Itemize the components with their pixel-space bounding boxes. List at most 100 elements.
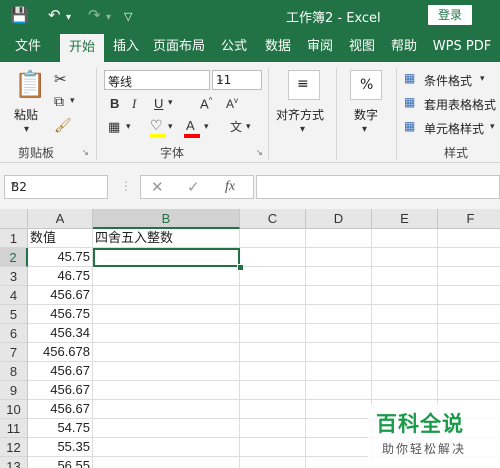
fill-color-icon[interactable]: ♡: [150, 118, 163, 134]
tab-formulas[interactable]: 公式: [214, 32, 254, 62]
cell-c3[interactable]: [240, 267, 306, 286]
font-color-icon[interactable]: A: [186, 118, 195, 133]
cell-d10[interactable]: [306, 400, 372, 419]
underline-icon[interactable]: U: [154, 96, 163, 111]
cell-c1[interactable]: [240, 229, 306, 248]
tab-review[interactable]: 审阅: [300, 32, 340, 62]
font-name-combo[interactable]: 等线 ⌄: [104, 70, 210, 90]
cell-b6[interactable]: [93, 324, 240, 343]
cell-e9[interactable]: [372, 381, 438, 400]
font-launcher-icon[interactable]: ↘: [256, 148, 263, 157]
cell-c2[interactable]: [240, 248, 306, 267]
copy-icon[interactable]: ⧉: [54, 94, 64, 110]
cell-e1[interactable]: [372, 229, 438, 248]
cell-a10[interactable]: 456.67: [28, 400, 93, 419]
enter-icon[interactable]: ✓: [187, 178, 200, 196]
cell-style-dropdown-icon[interactable]: ▾: [490, 122, 495, 132]
column-header-c[interactable]: C: [240, 209, 306, 229]
cell-e4[interactable]: [372, 286, 438, 305]
cell-a1[interactable]: 数值: [28, 229, 93, 248]
cut-icon[interactable]: ✂: [54, 70, 67, 88]
cell-e6[interactable]: [372, 324, 438, 343]
conditional-format-dropdown-icon[interactable]: ▾: [480, 74, 485, 84]
redo-dropdown-icon[interactable]: ▾: [106, 9, 111, 27]
cell-a3[interactable]: 46.75: [28, 267, 93, 286]
cell-f9[interactable]: [438, 381, 500, 400]
row-header[interactable]: 1: [0, 229, 28, 248]
cell-f7[interactable]: [438, 343, 500, 362]
cell-a5[interactable]: 456.75: [28, 305, 93, 324]
row-header[interactable]: 4: [0, 286, 28, 305]
cell-f2[interactable]: [438, 248, 500, 267]
number-format-icon[interactable]: %: [350, 70, 382, 100]
tab-view[interactable]: 视图: [342, 32, 382, 62]
cell-f8[interactable]: [438, 362, 500, 381]
cell-a2[interactable]: 45.75: [28, 248, 93, 267]
cell-c7[interactable]: [240, 343, 306, 362]
redo-icon[interactable]: ↷: [88, 6, 101, 24]
row-header[interactable]: 13: [0, 457, 28, 468]
column-header-d[interactable]: D: [306, 209, 372, 229]
copy-dropdown-icon[interactable]: ▾: [70, 96, 75, 106]
cell-a9[interactable]: 456.67: [28, 381, 93, 400]
cell-style-button[interactable]: 单元格样式: [424, 120, 484, 137]
cell-a11[interactable]: 54.75: [28, 419, 93, 438]
cell-b5[interactable]: [93, 305, 240, 324]
chevron-down-icon[interactable]: ⌄: [108, 72, 207, 85]
tab-insert[interactable]: 插入: [106, 32, 146, 62]
cell-c10[interactable]: [240, 400, 306, 419]
cell-d8[interactable]: [306, 362, 372, 381]
cell-c12[interactable]: [240, 438, 306, 457]
row-header[interactable]: 8: [0, 362, 28, 381]
formula-input[interactable]: [256, 175, 500, 199]
font-color-dropdown-icon[interactable]: ▾: [204, 122, 209, 132]
undo-dropdown-icon[interactable]: ▾: [66, 9, 71, 27]
cell-style-icon[interactable]: ▦: [404, 119, 415, 133]
cell-d3[interactable]: [306, 267, 372, 286]
conditional-format-button[interactable]: 条件格式: [424, 72, 472, 89]
bold-icon[interactable]: B: [110, 96, 119, 111]
cell-b8[interactable]: [93, 362, 240, 381]
cell-b7[interactable]: [93, 343, 240, 362]
increase-font-icon[interactable]: A^: [200, 96, 212, 111]
fill-handle[interactable]: [237, 264, 244, 271]
cell-a6[interactable]: 456.34: [28, 324, 93, 343]
cell-b13[interactable]: [93, 457, 240, 468]
phonetic-dropdown-icon[interactable]: ▾: [246, 122, 251, 132]
cell-b10[interactable]: [93, 400, 240, 419]
cell-d12[interactable]: [306, 438, 372, 457]
chevron-down-icon[interactable]: ⌄: [216, 72, 259, 85]
cell-f6[interactable]: [438, 324, 500, 343]
cell-b3[interactable]: [93, 267, 240, 286]
border-dropdown-icon[interactable]: ▾: [126, 122, 131, 132]
paste-icon[interactable]: 📋: [14, 70, 46, 100]
row-header[interactable]: 7: [0, 343, 28, 362]
font-size-combo[interactable]: 11 ⌄: [212, 70, 262, 90]
cell-f4[interactable]: [438, 286, 500, 305]
cell-d2[interactable]: [306, 248, 372, 267]
number-dropdown-icon[interactable]: ▾: [362, 124, 367, 135]
cell-c8[interactable]: [240, 362, 306, 381]
cell-d7[interactable]: [306, 343, 372, 362]
undo-icon[interactable]: ↶: [48, 6, 61, 24]
cell-f1[interactable]: [438, 229, 500, 248]
cell-c13[interactable]: [240, 457, 306, 468]
cell-a13[interactable]: 56.55: [28, 457, 93, 468]
paste-dropdown-icon[interactable]: ▾: [24, 124, 29, 135]
cell-b9[interactable]: [93, 381, 240, 400]
cell-e8[interactable]: [372, 362, 438, 381]
row-header[interactable]: 6: [0, 324, 28, 343]
align-icon[interactable]: ≡: [288, 70, 320, 100]
decrease-font-icon[interactable]: Av: [226, 96, 238, 111]
column-header-f[interactable]: F: [438, 209, 500, 229]
cell-b12[interactable]: [93, 438, 240, 457]
row-header[interactable]: 3: [0, 267, 28, 286]
number-button-label[interactable]: 数字: [354, 106, 378, 123]
cell-a7[interactable]: 456.678: [28, 343, 93, 362]
select-all-corner[interactable]: [0, 209, 28, 229]
cell-b1[interactable]: 四舍五入整数: [93, 229, 240, 248]
clipboard-launcher-icon[interactable]: ↘: [82, 148, 89, 157]
border-icon[interactable]: ▦: [108, 120, 120, 135]
row-header[interactable]: 11: [0, 419, 28, 438]
cell-e3[interactable]: [372, 267, 438, 286]
